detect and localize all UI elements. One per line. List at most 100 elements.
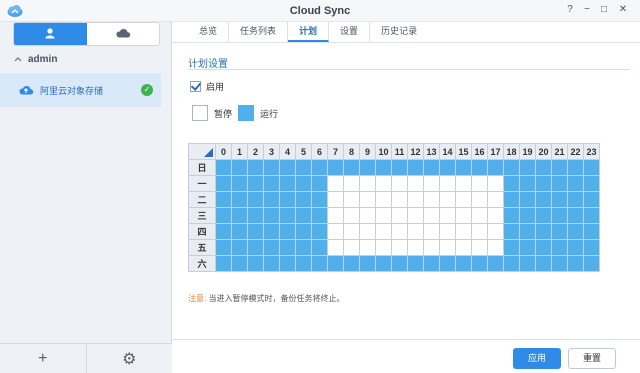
schedule-cell-run[interactable] bbox=[295, 223, 312, 240]
tab-cloud-connections[interactable] bbox=[86, 23, 159, 45]
tab-task-list[interactable]: 任务列表 bbox=[229, 22, 289, 42]
schedule-cell-run[interactable] bbox=[519, 175, 536, 192]
schedule-cell-run[interactable] bbox=[407, 159, 424, 176]
tab-overview[interactable]: 总览 bbox=[188, 22, 230, 42]
schedule-cell-run[interactable] bbox=[567, 191, 584, 208]
schedule-cell-pause[interactable] bbox=[439, 207, 456, 224]
schedule-cell-pause[interactable] bbox=[327, 207, 344, 224]
schedule-cell-run[interactable] bbox=[311, 175, 328, 192]
schedule-cell-run[interactable] bbox=[263, 239, 280, 256]
schedule-cell-pause[interactable] bbox=[359, 207, 376, 224]
schedule-cell-pause[interactable] bbox=[439, 239, 456, 256]
minimize-button[interactable]: − bbox=[580, 3, 594, 17]
schedule-cell-run[interactable] bbox=[311, 159, 328, 176]
schedule-cell-run[interactable] bbox=[263, 223, 280, 240]
schedule-cell-run[interactable] bbox=[455, 255, 472, 272]
schedule-cell-run[interactable] bbox=[311, 207, 328, 224]
schedule-cell-run[interactable] bbox=[231, 175, 248, 192]
schedule-cell-run[interactable] bbox=[231, 207, 248, 224]
schedule-cell-pause[interactable] bbox=[407, 239, 424, 256]
schedule-cell-pause[interactable] bbox=[423, 175, 440, 192]
schedule-cell-run[interactable] bbox=[567, 175, 584, 192]
schedule-cell-run[interactable] bbox=[279, 175, 296, 192]
schedule-cell-run[interactable] bbox=[423, 255, 440, 272]
hour-header[interactable]: 3 bbox=[263, 143, 280, 160]
hour-header[interactable]: 9 bbox=[359, 143, 376, 160]
schedule-cell-run[interactable] bbox=[567, 223, 584, 240]
schedule-cell-pause[interactable] bbox=[423, 191, 440, 208]
schedule-cell-run[interactable] bbox=[215, 175, 232, 192]
schedule-cell-run[interactable] bbox=[311, 223, 328, 240]
schedule-cell-pause[interactable] bbox=[455, 191, 472, 208]
hour-header[interactable]: 18 bbox=[503, 143, 520, 160]
hour-header[interactable]: 14 bbox=[439, 143, 456, 160]
pause-swatch[interactable] bbox=[192, 105, 208, 121]
schedule-cell-pause[interactable] bbox=[439, 223, 456, 240]
schedule-cell-pause[interactable] bbox=[391, 239, 408, 256]
schedule-cell-run[interactable] bbox=[263, 255, 280, 272]
schedule-cell-run[interactable] bbox=[279, 223, 296, 240]
hour-header[interactable]: 7 bbox=[327, 143, 344, 160]
schedule-cell-run[interactable] bbox=[487, 159, 504, 176]
schedule-cell-run[interactable] bbox=[391, 159, 408, 176]
hour-header[interactable]: 1 bbox=[231, 143, 248, 160]
schedule-cell-pause[interactable] bbox=[359, 175, 376, 192]
apply-button[interactable]: 应用 bbox=[513, 348, 561, 369]
schedule-cell-run[interactable] bbox=[295, 191, 312, 208]
schedule-cell-pause[interactable] bbox=[327, 239, 344, 256]
schedule-cell-run[interactable] bbox=[535, 223, 552, 240]
schedule-cell-pause[interactable] bbox=[471, 207, 488, 224]
connection-settings-button[interactable]: ⚙ bbox=[87, 344, 173, 373]
schedule-cell-pause[interactable] bbox=[375, 191, 392, 208]
schedule-cell-pause[interactable] bbox=[407, 191, 424, 208]
hour-header[interactable]: 23 bbox=[583, 143, 600, 160]
select-all-corner[interactable] bbox=[188, 143, 216, 160]
schedule-cell-run[interactable] bbox=[503, 175, 520, 192]
schedule-cell-run[interactable] bbox=[407, 255, 424, 272]
day-header[interactable]: 五 bbox=[188, 239, 216, 256]
schedule-cell-run[interactable] bbox=[295, 159, 312, 176]
day-header[interactable]: 日 bbox=[188, 159, 216, 176]
schedule-cell-pause[interactable] bbox=[487, 191, 504, 208]
connection-group-header[interactable]: admin bbox=[14, 54, 57, 65]
schedule-cell-pause[interactable] bbox=[343, 239, 360, 256]
schedule-cell-run[interactable] bbox=[311, 255, 328, 272]
schedule-cell-run[interactable] bbox=[295, 175, 312, 192]
schedule-cell-run[interactable] bbox=[263, 175, 280, 192]
schedule-cell-pause[interactable] bbox=[359, 239, 376, 256]
schedule-cell-pause[interactable] bbox=[359, 223, 376, 240]
schedule-cell-run[interactable] bbox=[535, 207, 552, 224]
maximize-button[interactable]: □ bbox=[597, 3, 611, 17]
schedule-cell-run[interactable] bbox=[551, 223, 568, 240]
tab-settings[interactable]: 设置 bbox=[329, 22, 371, 42]
schedule-cell-run[interactable] bbox=[455, 159, 472, 176]
schedule-cell-pause[interactable] bbox=[455, 239, 472, 256]
schedule-cell-run[interactable] bbox=[247, 239, 264, 256]
schedule-cell-pause[interactable] bbox=[487, 207, 504, 224]
schedule-cell-pause[interactable] bbox=[375, 175, 392, 192]
schedule-cell-pause[interactable] bbox=[487, 239, 504, 256]
schedule-cell-pause[interactable] bbox=[343, 223, 360, 240]
schedule-cell-run[interactable] bbox=[231, 191, 248, 208]
schedule-cell-pause[interactable] bbox=[407, 207, 424, 224]
connection-item[interactable]: 阿里云对象存储 ✓ bbox=[0, 73, 161, 107]
schedule-cell-run[interactable] bbox=[551, 255, 568, 272]
schedule-cell-run[interactable] bbox=[247, 207, 264, 224]
schedule-cell-run[interactable] bbox=[295, 207, 312, 224]
schedule-cell-run[interactable] bbox=[247, 255, 264, 272]
schedule-cell-run[interactable] bbox=[231, 223, 248, 240]
schedule-cell-run[interactable] bbox=[519, 207, 536, 224]
reset-button[interactable]: 重置 bbox=[568, 348, 616, 369]
schedule-cell-run[interactable] bbox=[583, 191, 600, 208]
hour-header[interactable]: 15 bbox=[455, 143, 472, 160]
schedule-cell-run[interactable] bbox=[583, 175, 600, 192]
hour-header[interactable]: 13 bbox=[423, 143, 440, 160]
close-button[interactable]: ✕ bbox=[616, 3, 630, 17]
hour-header[interactable]: 10 bbox=[375, 143, 392, 160]
schedule-cell-run[interactable] bbox=[535, 239, 552, 256]
schedule-cell-run[interactable] bbox=[231, 255, 248, 272]
schedule-cell-pause[interactable] bbox=[391, 175, 408, 192]
schedule-cell-pause[interactable] bbox=[343, 175, 360, 192]
schedule-cell-run[interactable] bbox=[519, 191, 536, 208]
schedule-cell-run[interactable] bbox=[391, 255, 408, 272]
